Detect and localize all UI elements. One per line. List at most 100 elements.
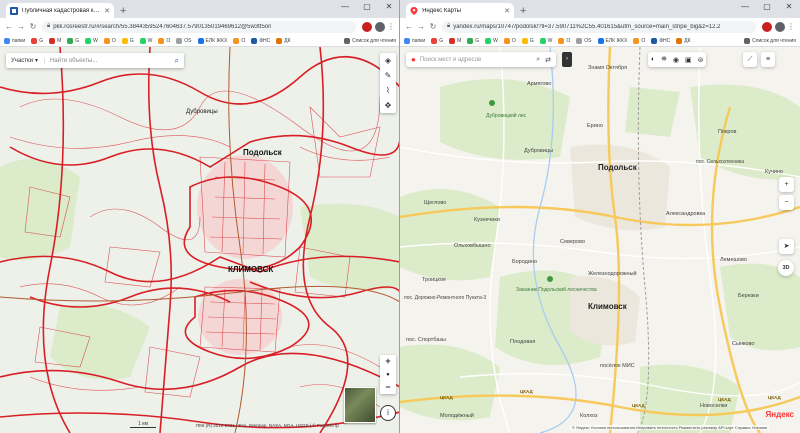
tab-cadastre[interactable]: Публичная кадастровая карта ✕ [6,3,114,18]
browser-toolbar: ← → ↻ 🔒︎ yandex.ru/maps/10747/podolsk/?l… [400,18,800,35]
search-icon[interactable]: ⌕ [175,56,179,66]
3d-toggle-button[interactable]: 3D [778,260,794,276]
geolocation-icon[interactable]: ➤ [779,239,794,254]
bookmark-google-2[interactable]: G [67,37,79,44]
bookmark-fns[interactable]: ФНС [651,37,670,44]
map-copyright: ПКК (R) 2010-2021 | Esri, Intermap, NASA… [196,423,339,428]
bookmark-ok-3[interactable]: O [633,37,645,44]
bookmark-ok[interactable]: O [503,37,516,44]
transport-icon[interactable]: ⊜ [698,56,704,64]
browser-menu-icon[interactable]: ⋮ [785,22,797,31]
bookmark-google-3[interactable]: G [121,37,134,44]
profile-avatar[interactable] [375,21,385,32]
cadastre-search-bar: Участки ▾ Найти объекты... ⌕ [6,53,184,68]
close-window-icon[interactable]: ✕ [378,0,399,14]
road-label-tskad: ЦКАД [520,389,533,394]
maximize-icon[interactable]: ▢ [356,0,378,14]
tab-yandex-maps[interactable]: Яндекс Карты ✕ [406,3,514,18]
back-icon[interactable]: ← [3,22,15,31]
bookmark-google[interactable]: G [431,37,443,44]
panel-toggle-icon[interactable]: › [562,52,572,67]
browser-window-left: Публичная кадастровая карта ✕ + — ▢ ✕ ← … [0,0,400,433]
menu-icon[interactable]: ≡ [761,52,775,67]
zoom-in-button[interactable]: + [779,177,794,192]
tab-close-icon[interactable]: ✕ [104,7,110,15]
place-label-sportbazy: пос. Спортбазы [406,337,446,343]
tab-close-icon[interactable]: ✕ [504,7,510,15]
park-marker-icon[interactable] [489,100,495,106]
minimize-icon[interactable]: — [734,0,756,14]
zoom-controls: + • − [380,355,396,394]
bookmark-apps[interactable]: папки [4,37,25,44]
pencil-icon[interactable]: ✎ [385,68,392,83]
bookmark-os[interactable]: OS [576,37,592,44]
maximize-icon[interactable]: ▢ [756,0,778,14]
yandex-logo: Яндекс [765,410,794,419]
bookmark-dk[interactable]: ДК [276,37,291,44]
bookmark-gmail[interactable]: M [449,37,461,44]
tab-strip: Яндекс Карты ✕ + — ▢ ✕ [400,0,800,18]
new-tab-button[interactable]: + [520,5,526,17]
extension-icon[interactable] [362,21,372,32]
reading-list[interactable]: Список для чтения [744,37,796,44]
layers-icon[interactable]: ◐ [651,56,655,63]
info-icon[interactable]: i [380,405,396,421]
lock-icon: 🔒︎ [47,23,51,29]
search-icon[interactable]: ⌕ [536,56,540,64]
route-icon[interactable]: ⇄ [545,56,551,64]
back-icon[interactable]: ← [403,22,415,31]
reload-icon[interactable]: ↻ [427,22,439,31]
zoom-out-button[interactable]: − [385,381,390,394]
bookmark-google-2[interactable]: G [467,37,479,44]
cadastral-map[interactable]: Дубровицы Подольск КЛИМОВСК Участки ▾ На… [0,47,399,433]
bookmark-apps[interactable]: папки [404,37,425,44]
bookmark-google[interactable]: G [31,37,43,44]
road-label-tskad: ЦКАД [632,403,645,408]
camera-icon[interactable]: ▣ [685,56,692,64]
bookmark-google-3[interactable]: G [521,37,534,44]
close-window-icon[interactable]: ✕ [778,0,800,14]
address-bar[interactable]: 🔒︎ pkk.rosreestr.ru/#/search/55.38443595… [42,20,356,33]
reload-icon[interactable]: ↻ [27,22,39,31]
bookmark-whatsapp-2[interactable]: W [539,37,552,44]
bookmark-dk[interactable]: ДК [676,37,691,44]
bookmark-os[interactable]: OS [176,37,192,44]
reading-list[interactable]: Список для чтения [344,37,396,44]
ruler-icon[interactable]: ⟋ [743,52,757,67]
locate-icon[interactable]: ✥ [385,98,392,113]
search-input[interactable]: Поиск мест и адресов [420,57,531,63]
bookmark-ok-2[interactable]: O [158,37,170,44]
search-mode-select[interactable]: Участки ▾ [11,57,44,65]
bookmark-elk[interactable]: ЕЛК ЖКХ [597,37,627,44]
minimize-icon[interactable]: — [334,0,356,14]
forward-icon[interactable]: → [415,22,427,31]
bookmark-ok-3[interactable]: O [233,37,245,44]
forward-icon[interactable]: → [15,22,27,31]
basemap-thumbnail[interactable] [344,387,376,423]
search-input[interactable]: Найти объекты... [44,57,175,64]
panorama-icon[interactable]: ◉ [673,56,679,64]
address-bar[interactable]: 🔒︎ yandex.ru/maps/10747/podolsk/?ll=37.5… [442,20,756,33]
bookmark-whatsapp[interactable]: W [85,37,98,44]
home-icon[interactable]: • [386,368,389,381]
measure-icon[interactable]: ⌇ [386,83,390,98]
bookmark-fns[interactable]: ФНС [251,37,270,44]
bookmark-whatsapp[interactable]: W [485,37,498,44]
yandex-map[interactable]: Знамя Октября Армягово Дубровицкий лес Д… [400,47,800,433]
profile-avatar[interactable] [775,21,785,32]
bookmark-gmail[interactable]: M [49,37,61,44]
extension-icon[interactable] [762,21,772,32]
place-label-dubrovitsy: Дубровицы [524,148,553,154]
zoom-in-button[interactable]: + [385,355,390,368]
chevron-down-icon: ▾ [35,58,39,64]
park-marker-icon[interactable] [547,276,553,282]
browser-menu-icon[interactable]: ⋮ [385,22,397,31]
bookmark-ok-2[interactable]: O [558,37,570,44]
bookmark-elk[interactable]: ЕЛК ЖКХ [197,37,227,44]
new-tab-button[interactable]: + [120,5,126,17]
bookmark-whatsapp-2[interactable]: W [139,37,152,44]
layers-icon[interactable]: ◈ [385,53,391,68]
zoom-out-button[interactable]: − [779,195,794,210]
traffic-icon[interactable]: ⛯ [661,56,667,64]
bookmark-ok[interactable]: O [103,37,116,44]
